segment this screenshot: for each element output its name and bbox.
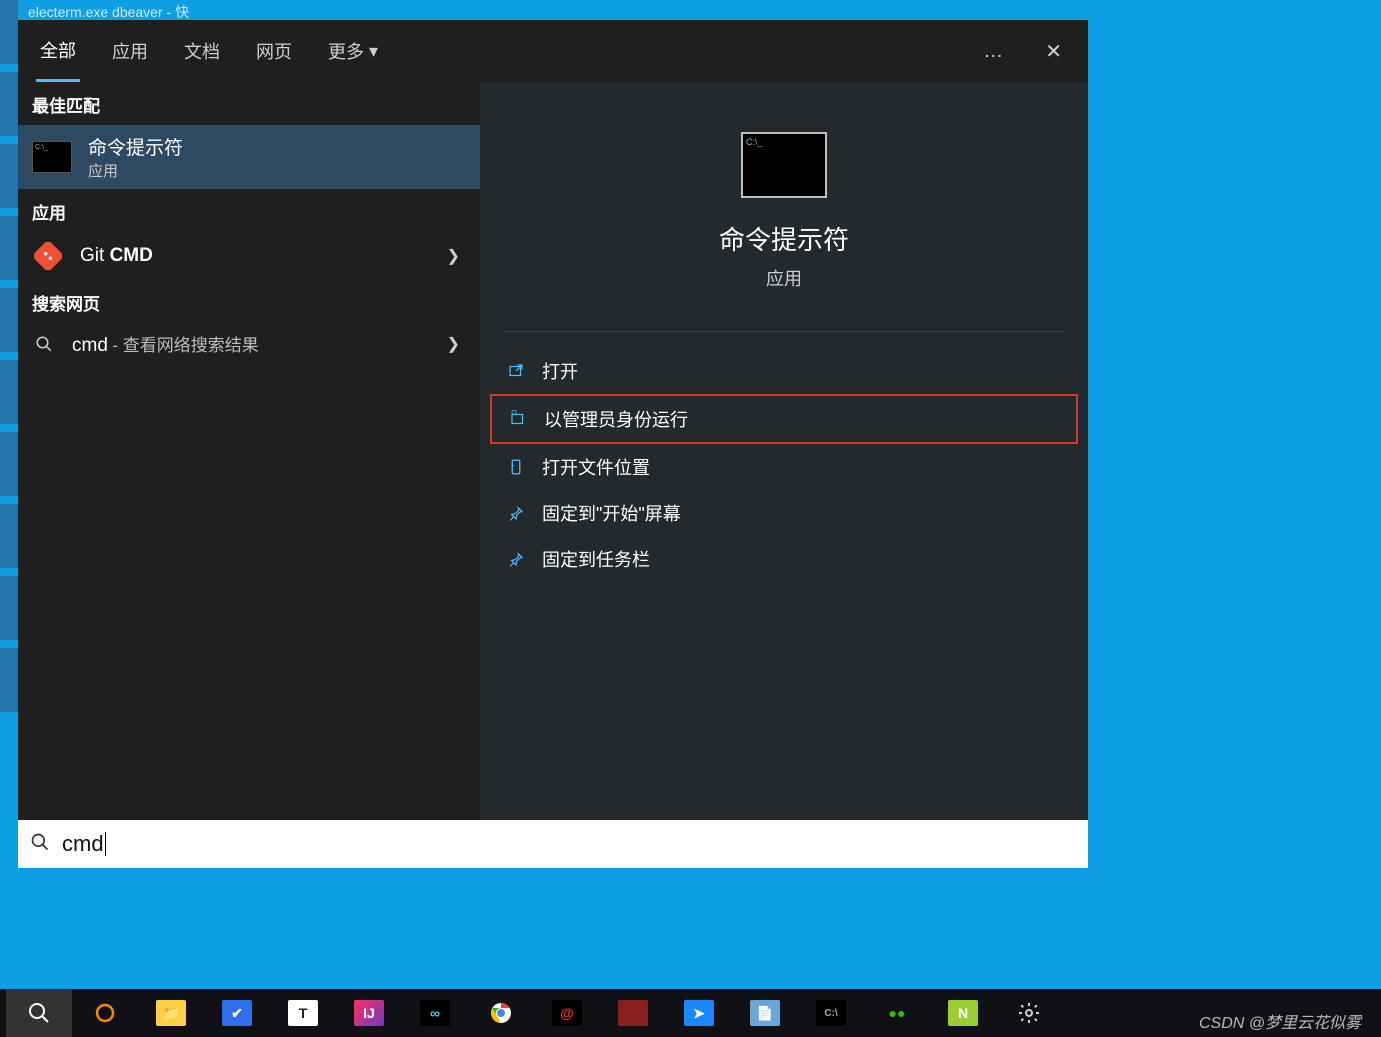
taskbar-terminal-button[interactable]: C:\	[798, 989, 864, 1037]
action-label: 固定到"开始"屏幕	[542, 500, 681, 526]
action-label: 打开文件位置	[542, 454, 650, 480]
search-icon	[32, 332, 56, 356]
close-icon[interactable]: ✕	[1037, 35, 1070, 68]
tab-apps[interactable]: 应用	[108, 20, 152, 82]
result-title: Git CMD	[80, 245, 431, 267]
search-input-bar[interactable]: cmd	[18, 820, 1088, 868]
preview-actions: 打开 以管理员身份运行 打开文件位置 固定到"开始"屏幕 固定到任务栏	[480, 342, 1088, 582]
taskbar-swirl-button[interactable]: @	[534, 989, 600, 1037]
tabs-more-icon[interactable]: …	[979, 36, 1009, 67]
result-git-cmd[interactable]: Git CMD ❯	[18, 232, 480, 280]
background-window-caption: electerm.exe dbeaver - 快	[28, 2, 189, 22]
taskbar: 📁 ✔ T IJ ∞ @ ➤ 📄 C:\ ●● N	[0, 989, 1381, 1037]
action-pin-taskbar[interactable]: 固定到任务栏	[490, 536, 1078, 582]
chevron-right-icon: ❯	[447, 334, 466, 354]
folder-icon	[506, 457, 526, 477]
taskbar-intellij-button[interactable]: IJ	[336, 989, 402, 1037]
taskbar-explorer-button[interactable]: 📁	[138, 989, 204, 1037]
taskbar-todo-button[interactable]: ✔	[204, 989, 270, 1037]
preview-subtitle: 应用	[766, 265, 802, 291]
tab-all[interactable]: 全部	[36, 20, 80, 82]
desktop-icons-strip	[0, 0, 18, 880]
search-input[interactable]: cmd	[62, 831, 106, 857]
search-tabs: 全部 应用 文档 网页 更多 ▾ … ✕	[18, 20, 1088, 82]
taskbar-text-button[interactable]: T	[270, 989, 336, 1037]
action-run-as-admin[interactable]: 以管理员身份运行	[490, 394, 1078, 444]
tab-documents[interactable]: 文档	[180, 20, 224, 82]
taskbar-bluearrow-button[interactable]: ➤	[666, 989, 732, 1037]
action-pin-start[interactable]: 固定到"开始"屏幕	[490, 490, 1078, 536]
taskbar-redbox-button[interactable]	[600, 989, 666, 1037]
git-icon	[32, 240, 64, 272]
chevron-right-icon: ❯	[447, 246, 466, 266]
watermark: CSDN @梦里云花似雾	[1199, 1009, 1361, 1033]
category-best-match: 最佳匹配	[18, 82, 480, 125]
separator	[504, 331, 1064, 332]
preview-column: C:\_ 命令提示符 应用 打开 以管理员身份运行 打开文件位置	[480, 82, 1088, 820]
tab-more[interactable]: 更多 ▾	[324, 20, 382, 82]
shield-icon	[508, 409, 528, 429]
action-label: 固定到任务栏	[542, 546, 650, 572]
search-icon	[30, 832, 50, 857]
taskbar-notepadpp-button[interactable]: N	[930, 989, 996, 1037]
tab-web[interactable]: 网页	[252, 20, 296, 82]
result-title: 命令提示符	[88, 133, 466, 160]
action-label: 以管理员身份运行	[544, 406, 688, 432]
open-icon	[506, 361, 526, 381]
start-search-panel: 全部 应用 文档 网页 更多 ▾ … ✕ 最佳匹配 C:\_ 命令提示符 应用 …	[18, 20, 1088, 820]
taskbar-cortana-button[interactable]	[72, 989, 138, 1037]
taskbar-notepad-button[interactable]: 📄	[732, 989, 798, 1037]
category-search-web: 搜索网页	[18, 280, 480, 323]
result-cmd-best-match[interactable]: C:\_ 命令提示符 应用	[18, 125, 480, 189]
taskbar-wechat-button[interactable]: ●●	[864, 989, 930, 1037]
taskbar-chrome-button[interactable]	[468, 989, 534, 1037]
result-search-web[interactable]: cmd - 查看网络搜索结果 ❯	[18, 323, 480, 365]
cmd-icon: C:\_	[32, 141, 72, 173]
action-label: 打开	[542, 358, 578, 384]
action-open[interactable]: 打开	[490, 348, 1078, 394]
results-column: 最佳匹配 C:\_ 命令提示符 应用 应用 Git CMD ❯ 搜索网页	[18, 82, 480, 820]
taskbar-settings-button[interactable]	[996, 989, 1062, 1037]
cmd-icon: C:\_	[741, 132, 827, 198]
pin-icon	[506, 503, 526, 523]
taskbar-cloud-button[interactable]: ∞	[402, 989, 468, 1037]
web-query-text: cmd	[72, 335, 108, 356]
web-suffix-text: - 查看网络搜索结果	[112, 336, 258, 355]
result-subtitle: 应用	[88, 160, 466, 181]
category-apps: 应用	[18, 189, 480, 232]
pin-icon	[506, 549, 526, 569]
taskbar-search-button[interactable]	[6, 989, 72, 1037]
preview-title: 命令提示符	[719, 220, 849, 257]
action-open-location[interactable]: 打开文件位置	[490, 444, 1078, 490]
text-cursor	[105, 832, 106, 856]
